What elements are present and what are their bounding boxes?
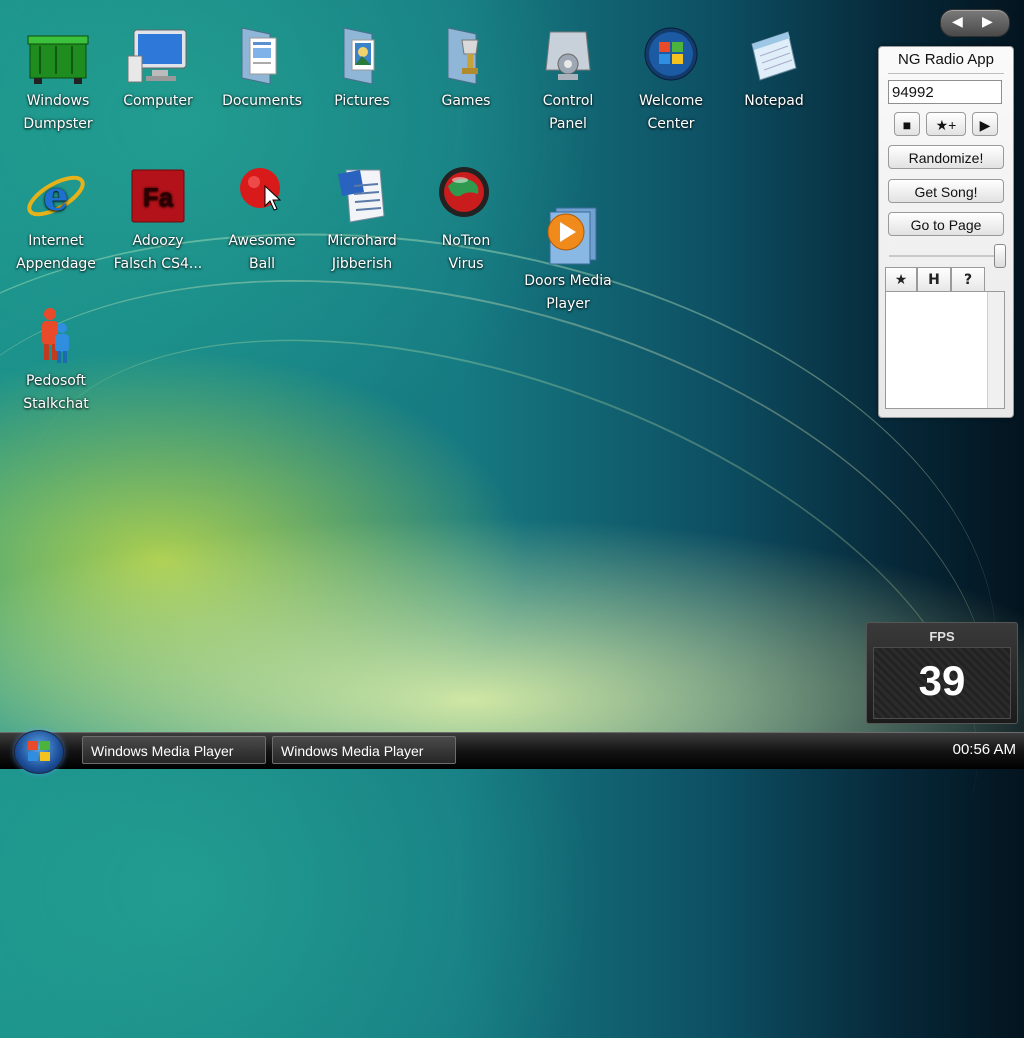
desktop-icon-label: Adoozy Falsch CS4... [113, 233, 203, 272]
get-song-button[interactable]: Get Song! [888, 179, 1004, 203]
desktop-icon-internet-appendage[interactable]: e Internet Appendage [8, 166, 104, 276]
volume-slider-track [889, 255, 999, 257]
desktop-icon-label: Computer [123, 93, 193, 109]
desktop-icon-microhard-jibberish[interactable]: Microhard Jibberish [314, 166, 410, 276]
desktop-icon-games[interactable]: Games [418, 26, 514, 113]
desktop-icon-label: Microhard Jibberish [327, 233, 397, 272]
media-player-icon [536, 206, 600, 266]
help-icon: ? [963, 272, 973, 288]
tab-help[interactable]: ? [951, 267, 985, 291]
desktop-icon-label: Pictures [334, 93, 390, 109]
randomize-button[interactable]: Randomize! [888, 145, 1004, 169]
desktop-icon-label: Awesome Ball [228, 233, 296, 272]
taskbar-button-windows-media-player[interactable]: Windows Media Player [272, 736, 456, 764]
windows-logo-icon [28, 741, 50, 761]
desktop-icon-pictures[interactable]: Pictures [314, 26, 410, 113]
desktop-icon-label: Doors Media Player [524, 273, 612, 312]
desktop-icon-documents[interactable]: Documents [214, 26, 310, 113]
stop-button[interactable]: ■ [894, 112, 920, 136]
windows-logo-icon [639, 26, 703, 86]
word-document-icon [330, 166, 394, 226]
desktop-icon-control-panel[interactable]: Control Panel [520, 26, 616, 136]
previous-arrow-icon[interactable]: ◀ [952, 14, 963, 30]
desktop-icon-pedosoft-stalkchat[interactable]: Pedosoft Stalkchat [8, 306, 104, 416]
fps-value: 39 [918, 657, 966, 704]
gadget-title: NG Radio App [888, 51, 1004, 74]
pictures-folder-icon [330, 26, 394, 86]
desktop-icon-label: Documents [222, 93, 302, 109]
desktop-icon-label: Notepad [744, 93, 804, 109]
red-ball-icon [230, 166, 294, 226]
star-icon: ★ [894, 272, 908, 288]
desktop-icon-computer[interactable]: Computer [110, 26, 206, 113]
desktop-icon-notepad[interactable]: Notepad [726, 26, 822, 113]
favorites-list[interactable] [885, 291, 1005, 409]
documents-folder-icon [230, 26, 294, 86]
tab-favorites[interactable]: ★ [885, 267, 917, 291]
desktop-icon-label: Internet Appendage [16, 233, 96, 272]
taskbar: Windows Media Player Windows Media Playe… [0, 730, 1024, 774]
desktop-icon-windows-dumpster[interactable]: Windows Dumpster [10, 26, 106, 136]
fps-meter: FPS 39 [866, 622, 1018, 724]
desktop-icon-label: Welcome Center [638, 93, 704, 132]
globe-virus-icon [434, 166, 498, 226]
dumpster-icon [26, 26, 90, 86]
tab-history[interactable]: H [917, 267, 951, 291]
next-arrow-icon[interactable]: ▶ [982, 14, 993, 30]
ng-radio-gadget: NG Radio App 94992 ■ ★+ ▶ Randomize! Get… [878, 46, 1014, 418]
desktop-icon-label: Control Panel [542, 93, 594, 132]
volume-slider-handle[interactable] [994, 244, 1006, 268]
computer-icon [126, 26, 190, 86]
desktop-icon-doors-media-player[interactable]: Doors Media Player [520, 206, 616, 316]
desktop-icon-notron-virus[interactable]: NoTron Virus [418, 166, 514, 276]
flash-icon: Fa [126, 166, 190, 226]
fps-label: FPS [929, 629, 955, 644]
list-scrollbar[interactable] [987, 292, 1004, 408]
play-button[interactable]: ▶ [972, 112, 998, 136]
start-button[interactable] [14, 730, 64, 774]
go-to-page-button[interactable]: Go to Page [888, 212, 1004, 236]
desktop-icon-adoozy-falsch[interactable]: Fa Adoozy Falsch CS4... [110, 166, 206, 276]
wallpaper-streak [0, 175, 1024, 1027]
stop-icon: ■ [902, 117, 912, 133]
svg-text:Fa: Fa [143, 182, 174, 212]
clock[interactable]: 00:56 AM [953, 741, 1016, 758]
desktop-icon-welcome-center[interactable]: Welcome Center [623, 26, 719, 136]
desktop-icon-awesome-ball[interactable]: Awesome Ball [214, 166, 310, 276]
messenger-people-icon [24, 306, 88, 366]
notepad-icon [742, 26, 806, 86]
song-id-input[interactable]: 94992 [888, 80, 1002, 104]
gadget-nav-pill: ◀ ▶ [940, 9, 1010, 37]
desktop-icon-label: Games [441, 93, 491, 109]
play-icon: ▶ [979, 117, 991, 133]
control-panel-icon [536, 26, 600, 86]
games-folder-icon [434, 26, 498, 86]
svg-text:e: e [43, 173, 68, 220]
add-favorite-button[interactable]: ★+ [926, 112, 966, 136]
internet-explorer-icon: e [24, 166, 88, 226]
desktop-icon-label: Windows Dumpster [23, 93, 93, 132]
desktop-icon-label: Pedosoft Stalkchat [23, 373, 89, 412]
desktop-icon-label: NoTron Virus [441, 233, 491, 272]
taskbar-button-windows-media-player[interactable]: Windows Media Player [82, 736, 266, 764]
star-plus-icon: ★+ [935, 117, 957, 133]
wallpaper-streak [0, 159, 1024, 1023]
history-icon: H [928, 272, 940, 288]
